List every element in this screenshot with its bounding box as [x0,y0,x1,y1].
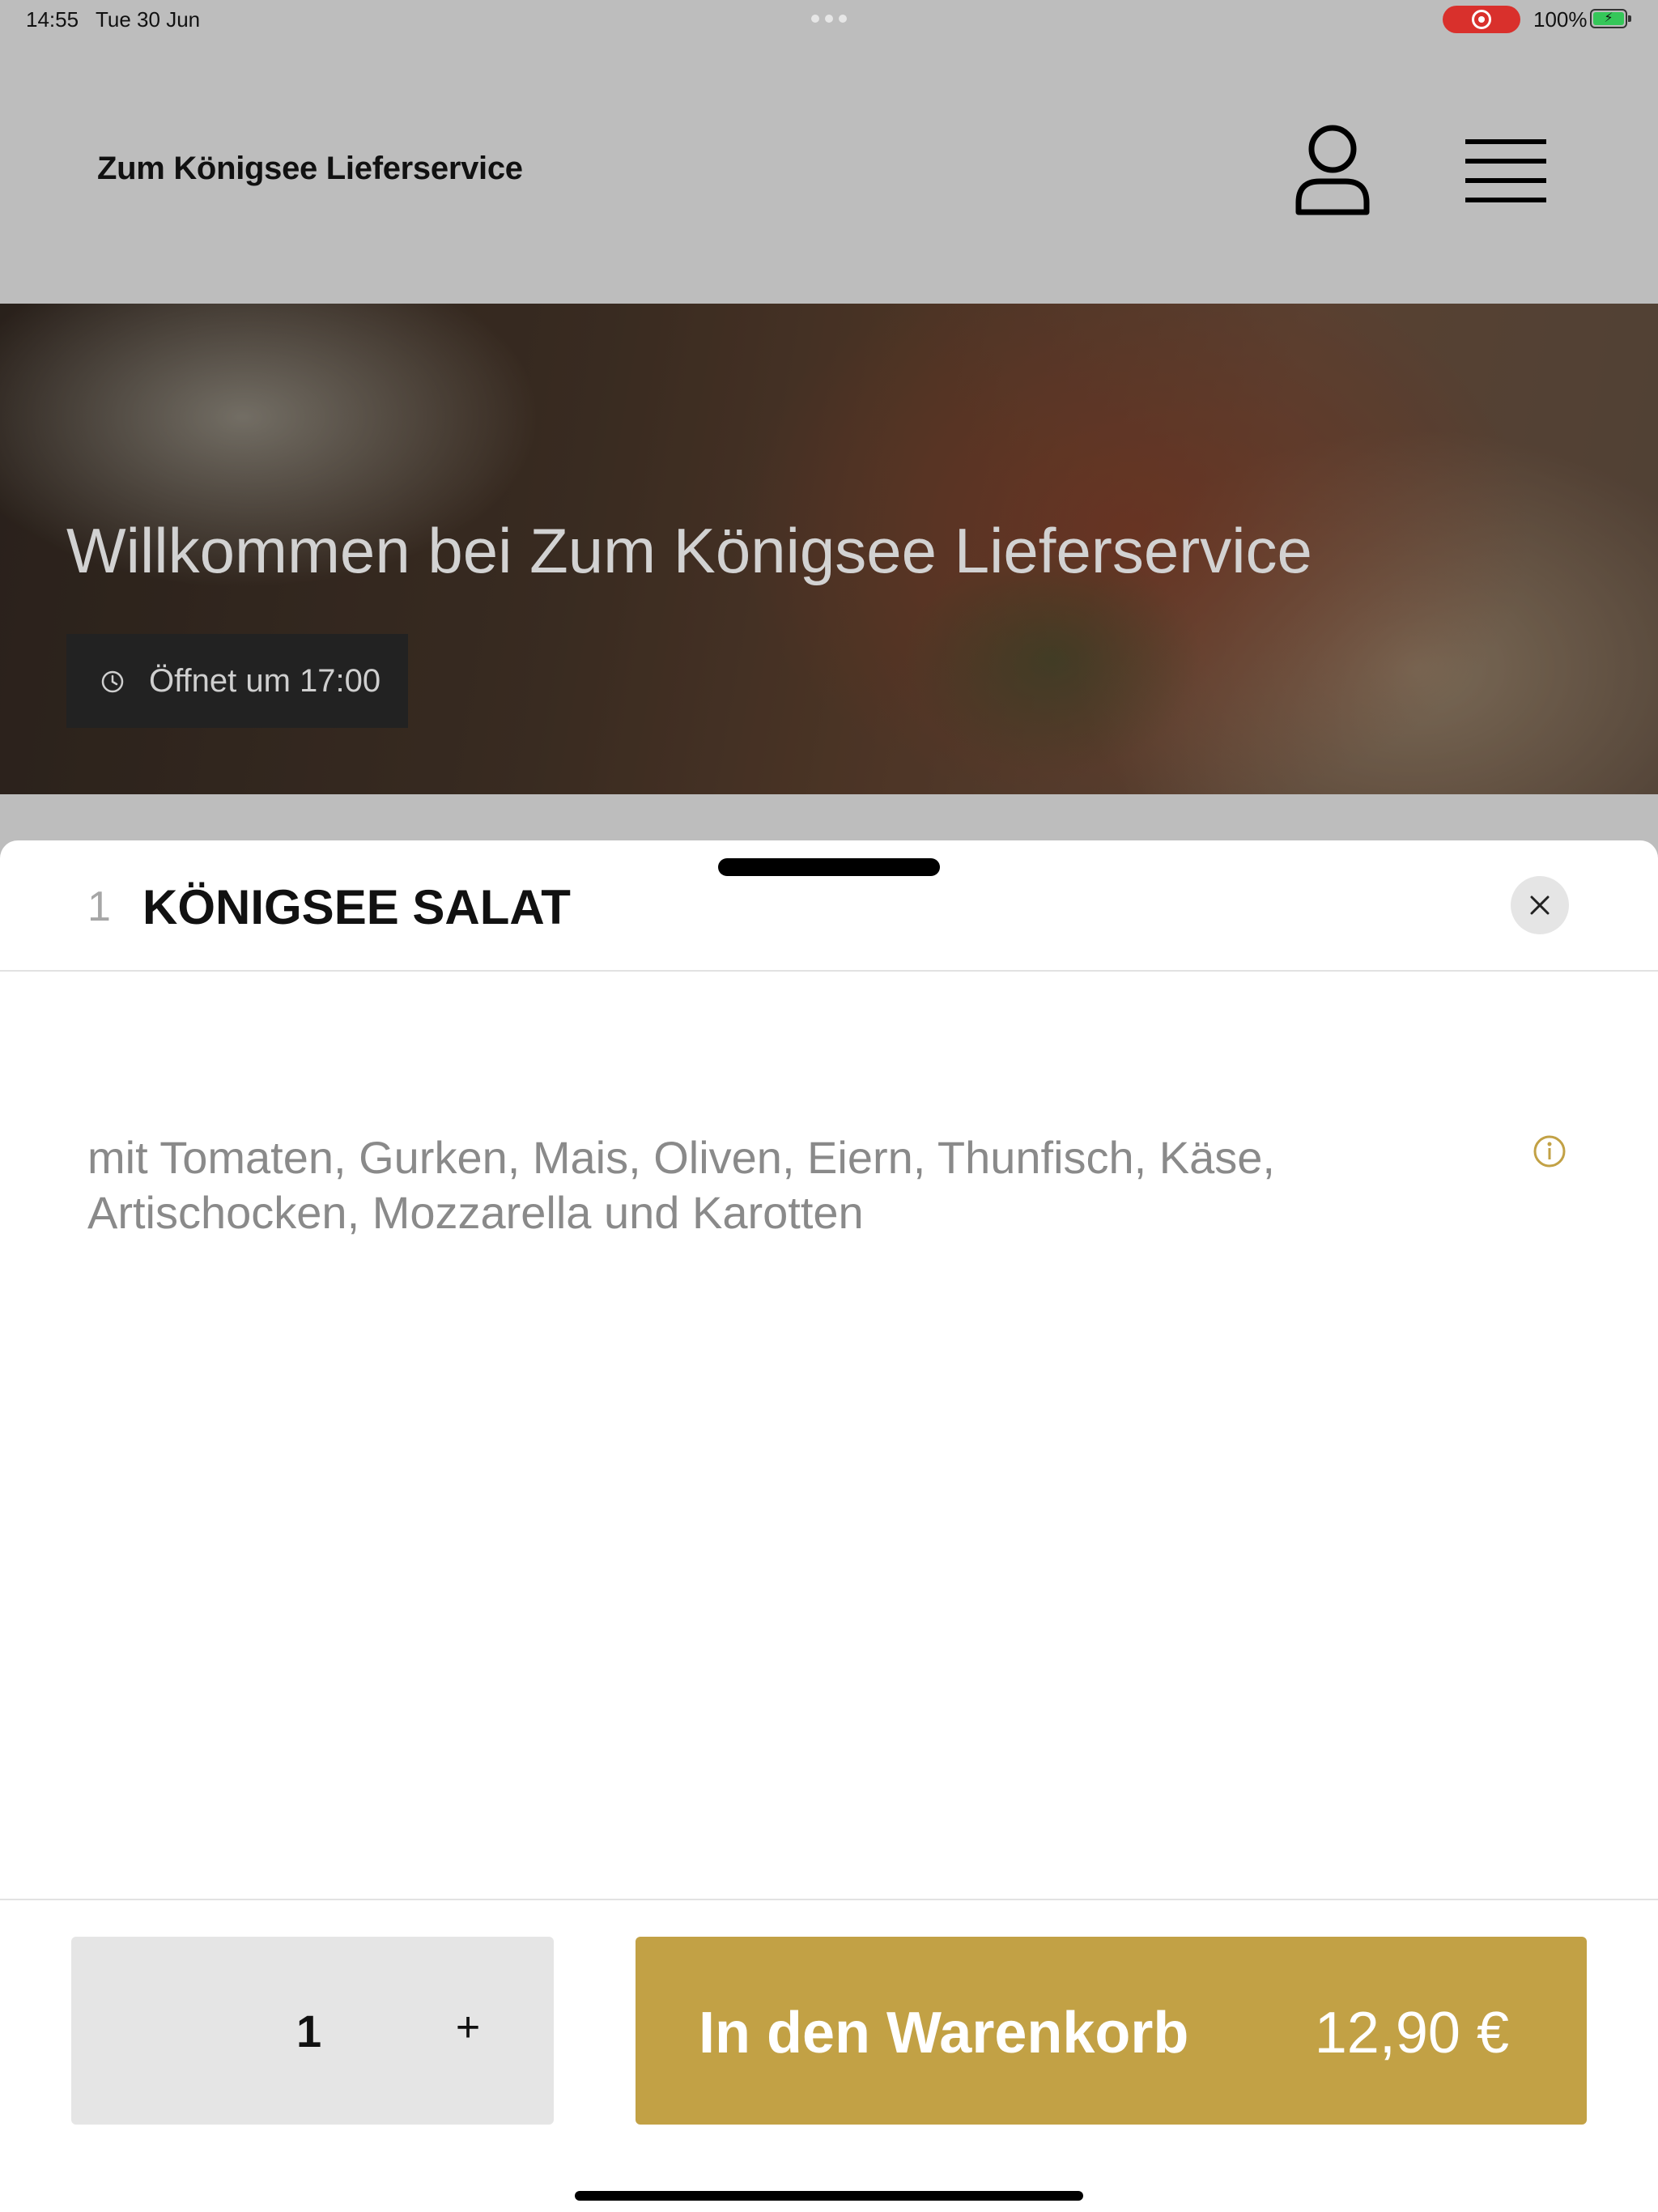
item-name: KÖNIGSEE SALAT [142,880,571,934]
battery-percentage: 100% [1533,7,1588,32]
clock-icon [101,670,124,693]
hero-title: Willkommen bei Zum Königsee Lieferservic… [66,515,1312,586]
add-to-cart-button[interactable]: In den Warenkorb 12,90 € [636,1937,1587,2125]
increment-button[interactable]: + [444,2003,492,2052]
status-bar: 14:55 Tue 30 Jun 100% ⚡ [0,0,1658,39]
status-date: Tue 30 Jun [96,7,201,32]
hero-banner: Willkommen bei Zum Königsee Lieferservic… [0,304,1658,794]
home-indicator[interactable] [575,2191,1083,2201]
multitasking-dots-icon[interactable] [811,15,847,23]
quantity-stepper: 1 + [71,1937,554,2125]
hamburger-menu-icon[interactable] [1465,136,1548,206]
opening-hours-badge: Öffnet um 17:00 [66,634,408,728]
info-icon[interactable] [1532,1134,1567,1169]
divider [0,1899,1658,1900]
opening-hours-text: Öffnet um 17:00 [149,663,381,699]
user-icon[interactable] [1294,125,1371,219]
site-title[interactable]: Zum Königsee Lieferservice [97,151,523,187]
item-description: mit Tomaten, Gurken, Mais, Oliven, Eiern… [87,1132,1275,1238]
sheet-grabber[interactable] [718,858,940,876]
quantity-value: 1 [296,2006,322,2057]
screen-recording-icon[interactable] [1443,6,1520,33]
close-icon [1530,895,1550,915]
item-number: 1 [87,883,111,930]
item-price: 12,90 € [1314,2001,1509,2065]
status-time: 14:55 [26,7,79,32]
battery-icon: ⚡ [1590,9,1631,28]
app-screen: 14:55 Tue 30 Jun 100% ⚡ Zum Königsee Lie… [0,0,1658,2212]
close-button[interactable] [1511,876,1569,934]
divider [0,970,1658,972]
product-detail-sheet: 1 KÖNIGSEE SALAT mit Tomaten, Gurken, Ma… [0,840,1658,2212]
add-to-cart-label: In den Warenkorb [699,2001,1189,2065]
